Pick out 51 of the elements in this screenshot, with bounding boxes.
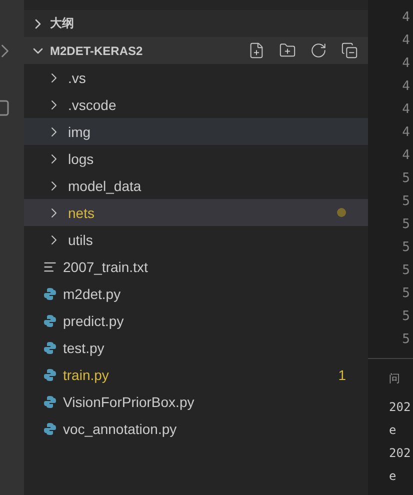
folder-item[interactable]: .vscode bbox=[24, 91, 368, 118]
python-icon bbox=[43, 394, 57, 408]
section-title: M2DET-KERAS2 bbox=[50, 44, 143, 58]
folder-item[interactable]: utils bbox=[24, 226, 368, 253]
python-icon bbox=[43, 340, 57, 354]
refresh-icon[interactable] bbox=[310, 42, 327, 59]
folder-item[interactable]: nets bbox=[24, 199, 368, 226]
folder-item[interactable]: .vs bbox=[24, 64, 368, 91]
line-number: 4 bbox=[402, 101, 411, 119]
terminal-line: e bbox=[389, 468, 398, 485]
python-icon bbox=[43, 314, 57, 328]
folder-item[interactable]: model_data bbox=[24, 172, 368, 199]
line-number: 4 bbox=[402, 147, 411, 165]
text-file-icon bbox=[43, 260, 57, 274]
line-number: 4 bbox=[402, 55, 411, 73]
file-item[interactable]: 2007_train.txt bbox=[24, 253, 368, 280]
line-number: 5 bbox=[402, 170, 411, 188]
python-icon bbox=[43, 368, 57, 382]
line-number: 5 bbox=[402, 239, 411, 257]
new-file-icon[interactable] bbox=[248, 42, 265, 59]
line-number: 5 bbox=[402, 216, 411, 234]
line-number: 4 bbox=[402, 32, 411, 50]
line-number: 4 bbox=[402, 78, 411, 96]
folder-item[interactable]: logs bbox=[24, 145, 368, 172]
python-icon bbox=[43, 422, 57, 436]
panel-tab[interactable]: 问 bbox=[389, 371, 413, 386]
line-number: 5 bbox=[402, 331, 411, 349]
file-item[interactable]: VisionForPriorBox.py bbox=[24, 388, 368, 415]
collapse-all-icon[interactable] bbox=[341, 42, 358, 59]
problem-count: 1 bbox=[338, 366, 346, 382]
python-icon bbox=[43, 286, 57, 300]
file-item[interactable]: test.py bbox=[24, 334, 368, 361]
outline-section-header[interactable]: 大纲 bbox=[24, 10, 368, 37]
file-item[interactable]: m2det.py bbox=[24, 280, 368, 307]
line-number: 5 bbox=[402, 308, 411, 326]
new-folder-icon[interactable] bbox=[279, 42, 296, 59]
folder-section-header[interactable]: M2DET-KERAS2 bbox=[24, 37, 368, 64]
terminal-line: 202 bbox=[389, 445, 412, 462]
line-number: 4 bbox=[402, 124, 411, 142]
folder-item[interactable]: img bbox=[24, 118, 368, 145]
section-title: 大纲 bbox=[50, 15, 74, 32]
line-number: 5 bbox=[402, 285, 411, 303]
line-number: 5 bbox=[402, 262, 411, 280]
line-number: 4 bbox=[402, 9, 411, 27]
line-number: 5 bbox=[402, 193, 411, 211]
terminal-line: 202 bbox=[389, 399, 412, 416]
file-item[interactable]: voc_annotation.py bbox=[24, 415, 368, 442]
file-item[interactable]: predict.py bbox=[24, 307, 368, 334]
file-item[interactable]: train.py 1 bbox=[24, 361, 368, 388]
terminal-line: e bbox=[389, 422, 398, 439]
modified-dot-icon bbox=[337, 208, 346, 217]
